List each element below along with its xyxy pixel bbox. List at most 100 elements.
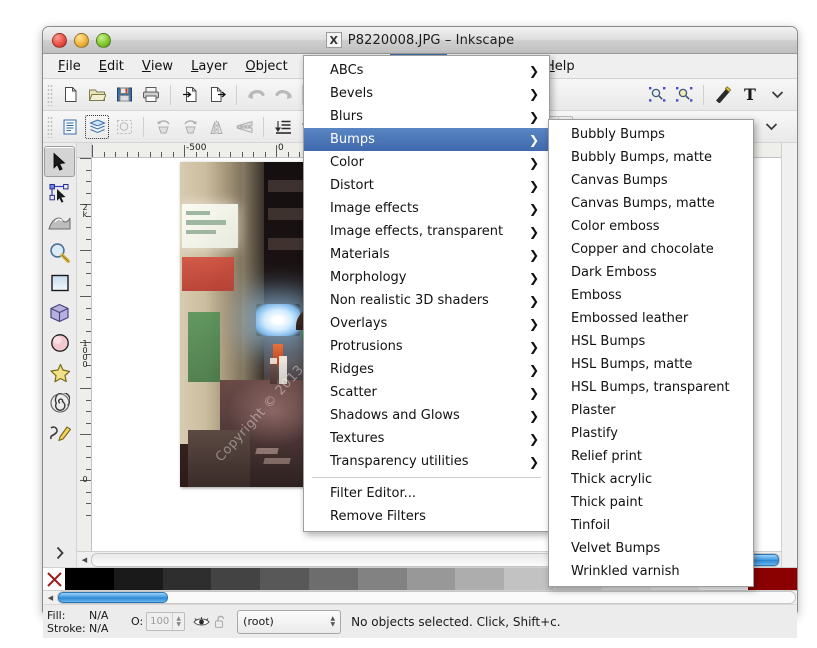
chevron-down-icon[interactable] (758, 114, 784, 140)
menu-item-relief-print[interactable]: Relief print (549, 445, 753, 468)
layers-icon[interactable] (84, 114, 110, 140)
menu-item-canvas-bumps[interactable]: Canvas Bumps (549, 169, 753, 192)
menu-item-abcs[interactable]: ABCs ❯ (304, 59, 549, 82)
menu-item-bubbly-bumps-matte[interactable]: Bubbly Bumps, matte (549, 146, 753, 169)
object-properties-icon[interactable] (111, 114, 137, 140)
filters-menu[interactable]: ABCs ❯ Bevels ❯ Blurs ❯ Bumps ❯ Color ❯ Distort ❯ Im… (303, 55, 550, 532)
palette-swatch[interactable] (260, 568, 309, 590)
export-icon[interactable] (204, 82, 230, 108)
menu-item-blurs[interactable]: Blurs ❯ (304, 105, 549, 128)
zoom-drawing-icon[interactable] (671, 82, 697, 108)
menu-view[interactable]: View (133, 54, 182, 78)
star-tool[interactable] (45, 358, 74, 387)
3d-box-tool[interactable] (45, 298, 74, 327)
menu-item-canvas-bumps-matte[interactable]: Canvas Bumps, matte (549, 192, 753, 215)
bumps-submenu[interactable]: Bubbly Bumps Bubbly Bumps, matte Canvas Bu… (548, 119, 754, 587)
menu-item-ridges[interactable]: Ridges ❯ (304, 358, 549, 381)
ruler-corner[interactable] (77, 143, 92, 158)
menu-item-distort[interactable]: Distort ❯ (304, 174, 549, 197)
menu-item-transparency-utilities[interactable]: Transparency utilities ❯ (304, 450, 549, 473)
menu-item-thick-paint[interactable]: Thick paint (549, 491, 753, 514)
menu-item-bevels[interactable]: Bevels ❯ (304, 82, 549, 105)
menu-item-bubbly-bumps[interactable]: Bubbly Bumps (549, 123, 753, 146)
unlock-icon[interactable] (211, 615, 229, 629)
layer-selector[interactable]: (root) ▲ ▼ (237, 609, 342, 634)
palette-swatch[interactable] (357, 568, 407, 590)
palette-swatch[interactable] (748, 568, 797, 590)
menu-item-copper-and-chocolate[interactable]: Copper and chocolate (549, 238, 753, 261)
palette-swatch[interactable] (162, 568, 212, 590)
print-icon[interactable] (138, 82, 164, 108)
none-color-icon[interactable] (43, 568, 65, 590)
toolbox-overflow-chevron-right-icon[interactable] (45, 538, 74, 567)
spiral-tool[interactable] (45, 388, 74, 417)
palette-swatch[interactable] (65, 568, 114, 590)
menu-item-embossed-leather[interactable]: Embossed leather (549, 307, 753, 330)
ellipse-tool[interactable] (45, 328, 74, 357)
menu-item-textures[interactable]: Textures ❯ (304, 427, 549, 450)
palette-swatch[interactable] (211, 568, 261, 590)
menu-item-hsl-bumps-matte[interactable]: HSL Bumps, matte (549, 353, 753, 376)
calligraphy-tool[interactable] (45, 418, 74, 447)
palette-swatch[interactable] (113, 568, 163, 590)
rectangle-tool[interactable] (45, 268, 74, 297)
text-properties-icon[interactable]: T (737, 82, 763, 108)
new-document-icon[interactable] (57, 82, 83, 108)
menu-item-filter-editor[interactable]: Filter Editor... (304, 482, 549, 505)
rotate-cw-icon[interactable] (177, 114, 203, 140)
rotate-ccw-icon[interactable] (150, 114, 176, 140)
chevron-down-icon[interactable] (764, 82, 790, 108)
menu-item-emboss[interactable]: Emboss (549, 284, 753, 307)
menu-item-velvet-bumps[interactable]: Velvet Bumps (549, 537, 753, 560)
palette-swatch[interactable] (308, 568, 358, 590)
vertical-scrollbar[interactable] (781, 143, 797, 567)
menu-item-image-effects-transparent[interactable]: Image effects, transparent ❯ (304, 220, 549, 243)
chevron-updown-icon[interactable]: ▲ ▼ (331, 615, 336, 628)
save-document-icon[interactable] (111, 82, 137, 108)
menu-item-hsl-bumps-transparent[interactable]: HSL Bumps, transparent (549, 376, 753, 399)
redo-icon[interactable] (270, 82, 296, 108)
import-icon[interactable] (177, 82, 203, 108)
menu-item-protrusions[interactable]: Protrusions ❯ (304, 335, 549, 358)
menu-item-remove-filters[interactable]: Remove Filters (304, 505, 549, 528)
menu-item-bumps[interactable]: Bumps ❯ (304, 128, 549, 151)
menu-item-image-effects[interactable]: Image effects ❯ (304, 197, 549, 220)
menu-edit[interactable]: Edit (90, 54, 133, 78)
menu-item-hsl-bumps[interactable]: HSL Bumps (549, 330, 753, 353)
eye-icon[interactable] (191, 616, 211, 628)
palette-swatch[interactable] (455, 568, 505, 590)
menu-item-wrinkled-varnish[interactable]: Wrinkled varnish (549, 560, 753, 583)
menu-item-scatter[interactable]: Scatter ❯ (304, 381, 549, 404)
palette-swatch[interactable] (504, 568, 553, 590)
selector-tool[interactable] (44, 146, 75, 177)
opacity-stepper[interactable]: 100 ▲ ▼ (146, 612, 186, 631)
menu-item-non-realistic-3d-shaders[interactable]: Non realistic 3D shaders ❯ (304, 289, 549, 312)
flip-horizontal-icon[interactable] (204, 114, 230, 140)
node-tool[interactable] (45, 178, 74, 207)
menu-item-materials[interactable]: Materials ❯ (304, 243, 549, 266)
open-document-icon[interactable] (84, 82, 110, 108)
fill-stroke-icon[interactable] (710, 82, 736, 108)
menu-item-overlays[interactable]: Overlays ❯ (304, 312, 549, 335)
menu-item-dark-emboss[interactable]: Dark Emboss (549, 261, 753, 284)
scroll-left-arrow-icon[interactable]: ◀ (78, 553, 91, 566)
undo-icon[interactable] (243, 82, 269, 108)
zoom-tool[interactable] (45, 238, 74, 267)
palette-scrollbar[interactable]: ◀ (43, 591, 797, 604)
menu-item-morphology[interactable]: Morphology ❯ (304, 266, 549, 289)
opacity-control[interactable]: O: 100 ▲ ▼ (131, 612, 186, 631)
xml-editor-icon[interactable] (57, 114, 83, 140)
lower-to-bottom-icon[interactable] (270, 114, 296, 140)
toolbar-grip[interactable] (47, 115, 53, 138)
menu-object[interactable]: Object (236, 54, 296, 78)
menu-item-plaster[interactable]: Plaster (549, 399, 753, 422)
flip-vertical-icon[interactable] (231, 114, 257, 140)
palette-scroll-track[interactable] (57, 591, 796, 604)
vertical-ruler[interactable]: 2 k 1 0 0 0 0 (77, 158, 92, 551)
menu-item-color[interactable]: Color ❯ (304, 151, 549, 174)
menu-item-color-emboss[interactable]: Color emboss (549, 215, 753, 238)
fill-stroke-indicator[interactable]: Fill: N/A Stroke: N/A (47, 610, 123, 634)
menu-item-shadows-and-glows[interactable]: Shadows and Glows ❯ (304, 404, 549, 427)
menu-file[interactable]: File (49, 54, 90, 78)
menu-item-thick-acrylic[interactable]: Thick acrylic (549, 468, 753, 491)
